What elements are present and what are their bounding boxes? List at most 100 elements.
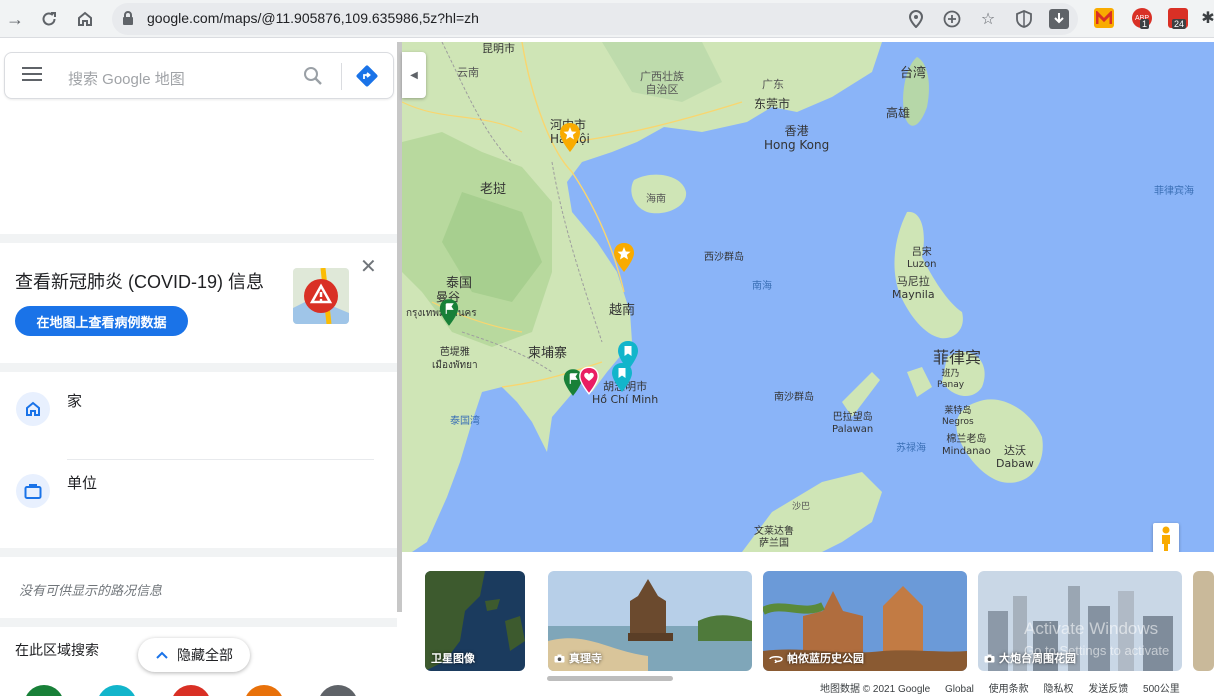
satellite-label: 卫星图像 bbox=[431, 653, 475, 665]
close-icon[interactable]: ✕ bbox=[360, 257, 378, 277]
place-home[interactable]: 家 bbox=[0, 382, 397, 442]
hide-all-button[interactable]: 隐藏全部 bbox=[138, 638, 250, 672]
map-data-credit: 地图数据 © 2021 Google bbox=[820, 684, 931, 695]
address-bar[interactable]: google.com/maps/@11.905876,109.635986,5z… bbox=[112, 3, 1078, 35]
global-link[interactable]: Global bbox=[945, 684, 974, 695]
privacy-link[interactable]: 隐私权 bbox=[1043, 684, 1073, 695]
row-divider bbox=[67, 459, 374, 460]
map-label-luzon: 吕宋 Luzon bbox=[907, 247, 937, 270]
calendar-ext-icon[interactable]: 24 bbox=[1168, 8, 1188, 29]
photo-card-next[interactable] bbox=[1193, 571, 1214, 671]
section-separator bbox=[0, 618, 397, 627]
reload-icon[interactable] bbox=[36, 6, 62, 32]
map-label-south-china-sea: 南海 bbox=[752, 281, 772, 292]
map-label-palawan: 巴拉望岛 Palawan bbox=[832, 412, 874, 435]
flag-pin-icon[interactable] bbox=[438, 298, 460, 328]
shield-icon[interactable] bbox=[1013, 8, 1035, 30]
hide-all-label: 隐藏全部 bbox=[177, 647, 233, 663]
map-label-taiwan: 台湾 bbox=[900, 66, 927, 81]
add-icon[interactable] bbox=[941, 8, 963, 30]
adblock-icon[interactable]: ABP 1 bbox=[1132, 8, 1152, 29]
place-work-label: 单位 bbox=[67, 475, 98, 492]
adblock-badge: 1 bbox=[1140, 19, 1150, 29]
map-label-guangxi: 广西壮族 自治区 bbox=[640, 70, 684, 96]
search-divider bbox=[341, 63, 342, 90]
section-separator bbox=[0, 234, 397, 243]
category-more-button[interactable] bbox=[318, 685, 358, 696]
map-label-brunei: 文莱达鲁 萨兰国 bbox=[754, 526, 794, 549]
map-label-panay: 班乃 Panay bbox=[937, 369, 965, 390]
search-icon[interactable] bbox=[302, 65, 324, 87]
star-icon[interactable]: ☆ bbox=[977, 8, 999, 30]
bookmark-pin-icon[interactable] bbox=[610, 362, 634, 394]
category-restaurant-button[interactable] bbox=[24, 685, 64, 696]
location-icon[interactable] bbox=[905, 8, 927, 30]
map-label-davao[interactable]: 达沃 Dabaw bbox=[996, 444, 1034, 470]
map-canvas[interactable]: 昆明市 云南 广西壮族 自治区 广东 东莞市 香港 Hong Kong 台湾 高… bbox=[402, 42, 1214, 552]
photo-card-sanctuary[interactable]: 真理寺 bbox=[548, 571, 752, 671]
map-label-kunming[interactable]: 昆明市 bbox=[482, 42, 515, 56]
map-label-sabah: 沙巴 bbox=[792, 502, 811, 512]
terms-link[interactable]: 使用条款 bbox=[989, 684, 1029, 695]
place-work[interactable]: 单位 bbox=[0, 462, 397, 522]
menu-icon[interactable] bbox=[22, 67, 42, 83]
map-label-philippine-sea: 菲律宾海 bbox=[1154, 186, 1194, 197]
directions-icon[interactable] bbox=[355, 64, 379, 88]
heart-pin-icon[interactable] bbox=[578, 366, 600, 396]
section-separator bbox=[0, 363, 397, 372]
covid-data-button[interactable]: 在地图上查看病例数据 bbox=[15, 306, 188, 336]
photo-strip: 卫星图像 真理寺 帕侬蓝历史公园 大炮台周围花园 bbox=[402, 552, 1214, 682]
collapse-panel-button[interactable]: ◀ bbox=[402, 52, 426, 98]
category-transit-button[interactable] bbox=[244, 685, 284, 696]
search-input[interactable]: 搜索 Google 地图 bbox=[68, 68, 185, 89]
starred-pin-icon[interactable] bbox=[558, 122, 582, 154]
map-label-vietnam: 越南 bbox=[609, 303, 636, 318]
category-attraction-button[interactable] bbox=[171, 685, 211, 696]
side-panel: 搜索 Google 地图 查看新冠肺炎 (COVID-19) 信息 在地图上查看… bbox=[0, 42, 397, 696]
map-terrain bbox=[402, 42, 1214, 552]
photo-label-phanom-rung: 帕侬蓝历史公园 bbox=[769, 650, 864, 666]
covid-title: 查看新冠肺炎 (COVID-19) 信息 bbox=[15, 272, 265, 292]
satellite-card[interactable]: 卫星图像 bbox=[425, 571, 525, 671]
windows-activation-watermark: Activate Windows Go to Settings to activ… bbox=[1024, 619, 1170, 658]
map-label-gulf-of-thailand: 泰国湾 bbox=[450, 416, 480, 427]
map-label-cambodia: 柬埔寨 bbox=[528, 346, 568, 361]
map-label-dongguan[interactable]: 东莞市 bbox=[754, 95, 790, 112]
map-label-laos: 老挝 bbox=[480, 182, 507, 197]
browser-toolbar: → google.com/maps/@11.905876,109.635986,… bbox=[0, 0, 1214, 38]
photo-strip-scrollbar[interactable] bbox=[547, 676, 673, 681]
home-icon bbox=[16, 392, 50, 426]
street-view-pegman-icon[interactable] bbox=[1153, 523, 1179, 553]
section-separator bbox=[0, 548, 397, 557]
map-label-hongkong[interactable]: 香港 Hong Kong bbox=[764, 124, 829, 152]
calendar-badge: 24 bbox=[1172, 19, 1187, 29]
map-label-philippines: 菲律宾 bbox=[933, 348, 982, 367]
place-home-label: 家 bbox=[67, 393, 83, 410]
map-label-mindanao: 棉兰老岛 Mindanao bbox=[942, 434, 991, 457]
extension-m-icon[interactable] bbox=[1094, 8, 1114, 28]
category-hotel-button[interactable] bbox=[97, 685, 137, 696]
covid-map-alert-icon bbox=[293, 268, 349, 324]
map-label-negros: 莱特岛 Negros bbox=[942, 406, 974, 427]
starred-pin-icon[interactable] bbox=[612, 242, 636, 274]
lock-icon bbox=[123, 11, 133, 25]
briefcase-icon bbox=[16, 474, 50, 508]
feedback-link[interactable]: 发送反馈 bbox=[1088, 684, 1128, 695]
map-footer: 地图数据 © 2021 Google Global 使用条款 隐私权 发送反馈 … bbox=[820, 680, 1192, 696]
puzzle-icon[interactable]: ✱ bbox=[1198, 8, 1214, 28]
photo-card-phanom-rung[interactable]: 帕侬蓝历史公园 bbox=[763, 571, 967, 671]
map-label-manila[interactable]: 马尼拉 Maynila bbox=[892, 275, 935, 301]
360-icon bbox=[769, 655, 783, 663]
scale-bar[interactable]: 500公里 bbox=[1143, 684, 1180, 695]
download-icon[interactable] bbox=[1049, 9, 1069, 29]
map-label-guangdong: 广东 bbox=[762, 78, 784, 91]
map-label-sulu-sea: 苏禄海 bbox=[896, 443, 926, 454]
forward-arrow-icon[interactable]: → bbox=[2, 6, 28, 32]
home-nav-icon[interactable] bbox=[72, 6, 98, 32]
traffic-info: 没有可供显示的路况信息 bbox=[19, 583, 163, 598]
map-label-pattaya[interactable]: 芭堤雅 เมืองพัทยา bbox=[432, 346, 478, 372]
map-label-kaohsiung[interactable]: 高雄 bbox=[886, 104, 910, 121]
search-box[interactable]: 搜索 Google 地图 bbox=[4, 52, 394, 99]
area-search-label: 在此区域搜索 bbox=[15, 642, 99, 658]
map-label-spratly: 南沙群岛 bbox=[774, 392, 814, 403]
